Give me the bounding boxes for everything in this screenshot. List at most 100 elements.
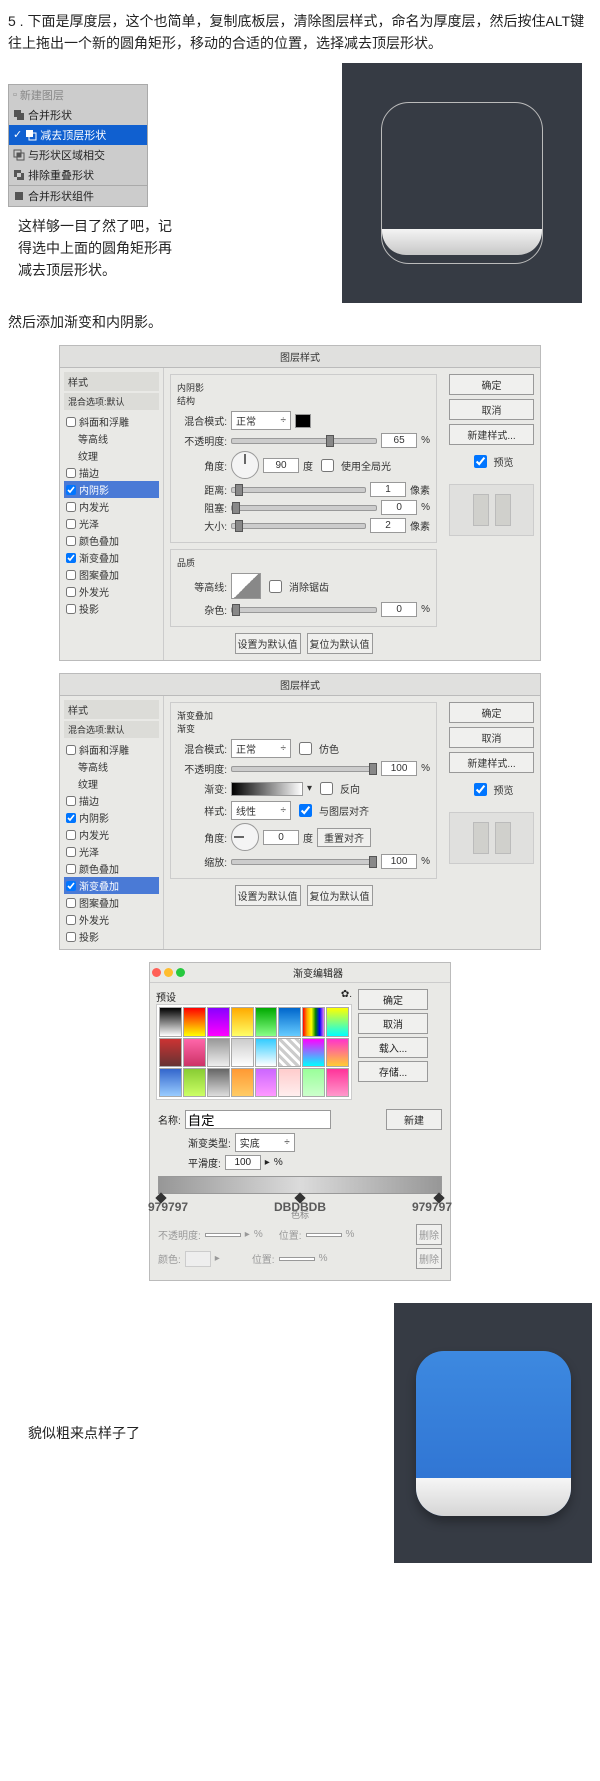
angle-dial[interactable] — [231, 451, 259, 479]
angle-input[interactable]: 90 — [263, 458, 299, 473]
menu-item-subtract[interactable]: ✓减去顶层形状 — [9, 125, 147, 145]
angle-dial[interactable] — [231, 823, 259, 851]
fx-pattern-overlay[interactable]: 图案叠加 — [64, 894, 159, 911]
blend-mode-select[interactable]: 正常÷ — [231, 411, 291, 430]
styles-header[interactable]: 样式 — [64, 700, 159, 719]
anti-alias-check[interactable] — [269, 580, 282, 593]
gradient-bar[interactable] — [158, 1176, 442, 1194]
close-icon[interactable] — [152, 968, 161, 977]
cancel-button[interactable]: 取消 — [449, 727, 534, 748]
align-layer-check[interactable] — [299, 804, 312, 817]
smoothness-input[interactable]: 100 — [225, 1155, 261, 1170]
contour-picker[interactable] — [231, 573, 261, 599]
cancel-button[interactable]: 取消 — [449, 399, 534, 420]
fx-contour[interactable]: 等高线 — [64, 430, 159, 447]
fx-satin[interactable]: 光泽 — [64, 843, 159, 860]
menu-item-merge[interactable]: 合并形状 — [9, 105, 147, 125]
shadow-color-swatch[interactable] — [295, 414, 311, 428]
choke-input[interactable]: 0 — [381, 500, 417, 515]
load-button[interactable]: 载入... — [358, 1037, 428, 1058]
blend-options[interactable]: 混合选项:默认 — [64, 393, 159, 410]
opacity-input[interactable]: 100 — [381, 761, 417, 776]
fx-inner-glow[interactable]: 内发光 — [64, 498, 159, 515]
maximize-icon[interactable] — [176, 968, 185, 977]
opacity-slider[interactable] — [231, 438, 377, 444]
stop-color-swatch[interactable] — [185, 1251, 211, 1267]
reverse-check[interactable] — [320, 782, 333, 795]
fx-pattern-overlay[interactable]: 图案叠加 — [64, 566, 159, 583]
global-light-check[interactable] — [321, 459, 334, 472]
delete-stop-button[interactable]: 删除 — [416, 1224, 442, 1245]
gradient-picker[interactable] — [231, 782, 303, 796]
fx-inner-glow[interactable]: 内发光 — [64, 826, 159, 843]
noise-input[interactable]: 0 — [381, 602, 417, 617]
fx-inner-shadow[interactable]: 内阴影 — [64, 481, 159, 498]
editor-title: 渐变编辑器 — [188, 965, 448, 980]
panel-title: 图层样式 — [60, 674, 540, 696]
fx-drop-shadow[interactable]: 投影 — [64, 928, 159, 945]
set-default-button[interactable]: 设置为默认值 — [235, 633, 301, 654]
gradient-style-select[interactable]: 线性÷ — [231, 801, 291, 820]
scale-input[interactable]: 100 — [381, 854, 417, 869]
new-style-button[interactable]: 新建样式... — [449, 752, 534, 773]
fx-outer-glow[interactable]: 外发光 — [64, 911, 159, 928]
reset-default-button[interactable]: 复位为默认值 — [307, 885, 373, 906]
delete-stop-button[interactable]: 删除 — [416, 1248, 442, 1269]
blend-options[interactable]: 混合选项:默认 — [64, 721, 159, 738]
gradient-name-input[interactable] — [185, 1110, 331, 1129]
preview-canvas-outline — [342, 63, 582, 303]
size-slider[interactable] — [231, 523, 366, 529]
dither-check[interactable] — [299, 742, 312, 755]
fx-bevel[interactable]: 斜面和浮雕 — [64, 413, 159, 430]
size-input[interactable]: 2 — [370, 518, 406, 533]
new-style-button[interactable]: 新建样式... — [449, 424, 534, 445]
fx-gradient-overlay[interactable]: 渐变叠加 — [64, 549, 159, 566]
menu-item-new-layer[interactable]: ▫新建图层 — [9, 85, 147, 105]
fx-color-overlay[interactable]: 颜色叠加 — [64, 532, 159, 549]
scale-slider[interactable] — [231, 859, 377, 865]
fx-drop-shadow[interactable]: 投影 — [64, 600, 159, 617]
distance-input[interactable]: 1 — [370, 482, 406, 497]
fx-bevel[interactable]: 斜面和浮雕 — [64, 741, 159, 758]
menu-item-exclude[interactable]: 排除重叠形状 — [9, 165, 147, 185]
fx-stroke[interactable]: 描边 — [64, 792, 159, 809]
ok-button[interactable]: 确定 — [358, 989, 428, 1010]
gradient-presets-grid[interactable] — [156, 1004, 352, 1100]
menu-item-intersect[interactable]: 与形状区域相交 — [9, 145, 147, 165]
fx-contour[interactable]: 等高线 — [64, 758, 159, 775]
opacity-slider[interactable] — [231, 766, 377, 772]
minimize-icon[interactable] — [164, 968, 173, 977]
cancel-button[interactable]: 取消 — [358, 1013, 428, 1034]
opacity-input[interactable]: 65 — [381, 433, 417, 448]
fx-outer-glow[interactable]: 外发光 — [64, 583, 159, 600]
ok-button[interactable]: 确定 — [449, 374, 534, 395]
menu-item-merge-components[interactable]: 合并形状组件 — [9, 185, 147, 206]
save-button[interactable]: 存储... — [358, 1061, 428, 1082]
styles-header[interactable]: 样式 — [64, 372, 159, 391]
fx-texture[interactable]: 纹理 — [64, 447, 159, 464]
fx-inner-shadow[interactable]: 内阴影 — [64, 809, 159, 826]
reset-default-button[interactable]: 复位为默认值 — [307, 633, 373, 654]
fx-texture[interactable]: 纹理 — [64, 775, 159, 792]
stop-color-right: 979797 — [412, 1200, 452, 1214]
set-default-button[interactable]: 设置为默认值 — [235, 885, 301, 906]
fx-gradient-overlay[interactable]: 渐变叠加 — [64, 877, 159, 894]
preview-check[interactable] — [474, 783, 487, 796]
fx-stroke[interactable]: 描边 — [64, 464, 159, 481]
gradient-type-select[interactable]: 实底÷ — [235, 1133, 295, 1152]
gradient-editor-panel: 渐变编辑器 预设✿. 确定 取消 载入... 存储... 名称:新建 渐变类型:… — [149, 962, 451, 1281]
blend-mode-select[interactable]: 正常÷ — [231, 739, 291, 758]
shape-combine-menu[interactable]: ▫新建图层 合并形状 ✓减去顶层形状 与形状区域相交 排除重叠形状 合并形状组件 — [8, 84, 148, 207]
exclude-shape-icon — [13, 169, 25, 181]
fx-color-overlay[interactable]: 颜色叠加 — [64, 860, 159, 877]
fx-satin[interactable]: 光泽 — [64, 515, 159, 532]
ok-button[interactable]: 确定 — [449, 702, 534, 723]
angle-input[interactable]: 0 — [263, 830, 299, 845]
gear-icon[interactable]: ✿. — [341, 989, 352, 1004]
distance-slider[interactable] — [231, 487, 366, 493]
preview-check[interactable] — [474, 455, 487, 468]
reset-align-button[interactable]: 重置对齐 — [317, 828, 371, 847]
new-gradient-button[interactable]: 新建 — [386, 1109, 442, 1130]
noise-slider[interactable] — [231, 607, 377, 613]
choke-slider[interactable] — [231, 505, 377, 511]
